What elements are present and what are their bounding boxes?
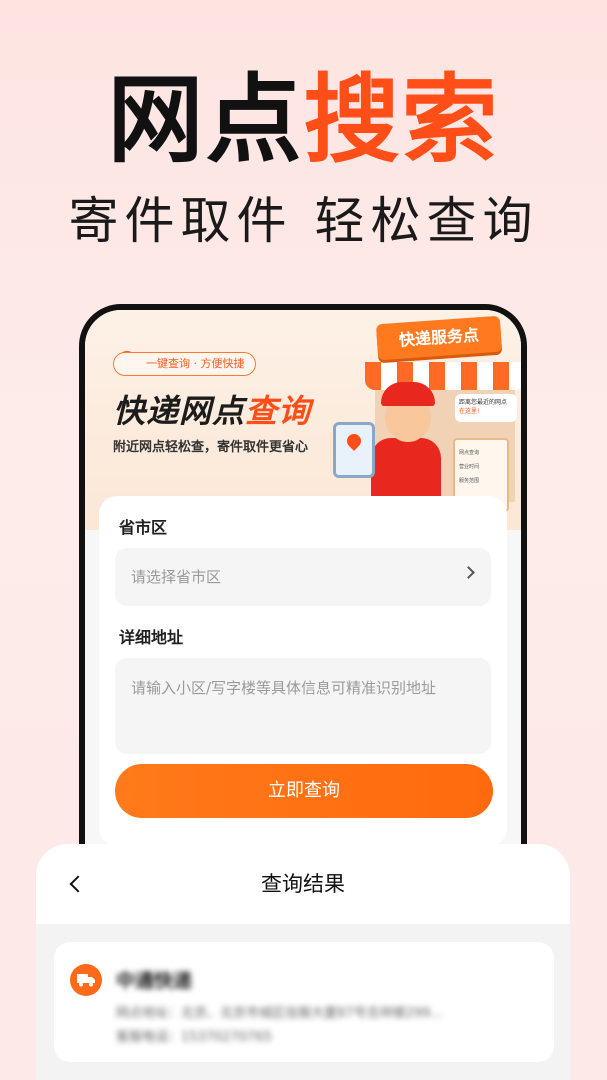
service-phone: 客服电话：15370270765 bbox=[116, 1030, 272, 1045]
banner-title: 快递网点查询 bbox=[113, 386, 311, 432]
board-item: 网点查询 bbox=[459, 450, 480, 456]
address-input[interactable]: 请输入小区/写字楼等具体信息可精准识别地址 bbox=[115, 658, 491, 754]
board-item: 营业时间 bbox=[459, 464, 480, 470]
chevron-right-icon bbox=[462, 566, 475, 579]
result-sheet: 查询结果 中通快递 网点地址：北京、北京市城区信服大厦87号吉祥楼299... … bbox=[36, 844, 570, 1080]
subheadline: 寄件取件 轻松查询 bbox=[68, 192, 539, 250]
feature-pill: 一键查询 · 方便快捷 bbox=[113, 352, 256, 376]
speech-line: 距离您最近的网点 bbox=[459, 399, 508, 406]
submit-query-button[interactable]: 立即查询 bbox=[115, 764, 493, 818]
headline-accent: 搜索 bbox=[303, 64, 500, 176]
banner-description: 附近网点轻松查，寄件取件更省心 bbox=[113, 440, 309, 455]
banner-title-accent: 查询 bbox=[245, 392, 312, 430]
headline: 网点搜索 bbox=[0, 72, 607, 168]
board-item: 服务范围 bbox=[459, 478, 480, 484]
region-select[interactable]: 请选择省市区 bbox=[115, 548, 491, 606]
truck-icon bbox=[70, 964, 102, 996]
speech-line-highlight: 在这里! bbox=[459, 408, 480, 415]
courier-cap bbox=[381, 382, 435, 406]
region-placeholder: 请选择省市区 bbox=[131, 568, 222, 586]
headline-dark: 网点 bbox=[107, 64, 304, 176]
search-form: 省市区 请选择省市区 详细地址 请输入小区/写字楼等具体信息可精准识别地址 立即… bbox=[99, 496, 507, 846]
branch-address: 网点地址：北京、北京市城区信服大厦87号吉祥楼299... bbox=[116, 1006, 443, 1021]
company-name: 中通快递 bbox=[116, 970, 193, 992]
banner-title-dark: 快递网点 bbox=[113, 392, 246, 430]
shop-sign: 快递服务点 bbox=[375, 315, 503, 361]
address-placeholder: 请输入小区/写字楼等具体信息可精准识别地址 bbox=[131, 679, 437, 697]
result-title: 查询结果 bbox=[261, 872, 345, 896]
region-label: 省市区 bbox=[119, 518, 168, 537]
speech-bubble: 距离您最近的网点 在这里! bbox=[455, 394, 517, 422]
address-label: 详细地址 bbox=[119, 628, 184, 647]
result-card[interactable]: 中通快递 网点地址：北京、北京市城区信服大厦87号吉祥楼299... 客服电话：… bbox=[54, 942, 554, 1062]
